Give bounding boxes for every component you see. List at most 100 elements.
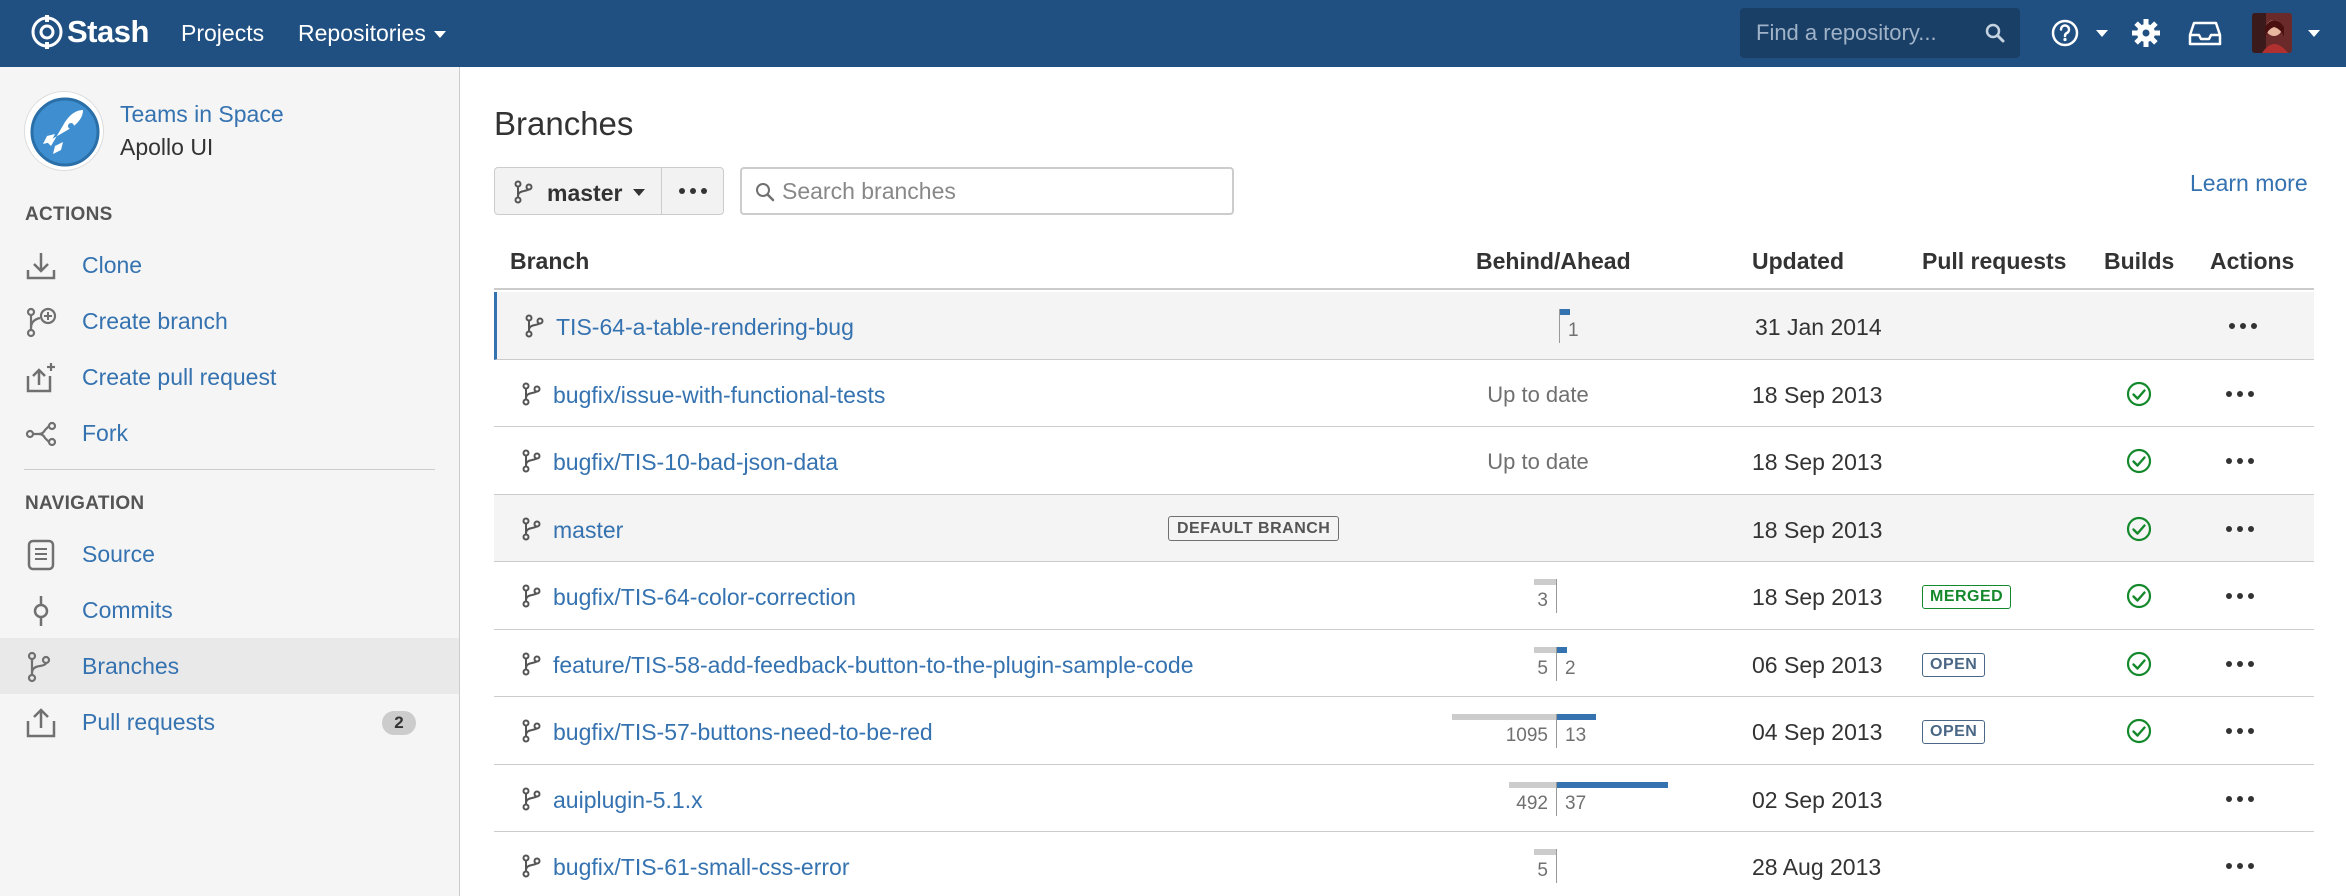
behind-count: 1095 <box>1505 725 1548 746</box>
repository-search <box>1740 8 2020 58</box>
more-icon <box>2226 593 2254 599</box>
table-header: Branch Behind/Ahead Updated Pull request… <box>494 234 2314 290</box>
behind-ahead-divider <box>1556 849 1557 883</box>
branch-search <box>740 167 1234 215</box>
table-row[interactable]: master DEFAULT BRANCH 18 Sep 2013 <box>494 494 2314 562</box>
table-row[interactable]: bugfix/TIS-57-buttons-need-to-be-red 1095… <box>494 697 2314 765</box>
behind-ahead-divider <box>1559 309 1560 343</box>
gear-icon[interactable] <box>2130 16 2162 50</box>
column-header-builds: Builds <box>2104 248 2175 274</box>
learn-more-link[interactable]: Learn more <box>2190 170 2308 197</box>
navigation-heading: NAVIGATION <box>25 493 145 514</box>
build-success-icon[interactable] <box>2126 448 2152 474</box>
sidebar-item-branches[interactable]: Branches <box>0 638 459 694</box>
branch-name-link[interactable]: TIS-64-a-table-rendering-bug <box>556 314 854 341</box>
branch-icon <box>522 449 541 473</box>
table-row[interactable]: bugfix/issue-with-functional-tests Up to … <box>494 360 2314 427</box>
build-success-icon[interactable] <box>2126 718 2152 744</box>
branch-selector-button[interactable]: master <box>494 167 662 215</box>
branch-name-link[interactable]: bugfix/TIS-57-buttons-need-to-be-red <box>553 719 933 746</box>
table-row[interactable]: bugfix/TIS-10-bad-json-data Up to date 18 … <box>494 427 2314 495</box>
row-actions-button[interactable] <box>2213 310 2273 342</box>
row-actions-button[interactable] <box>2210 445 2270 477</box>
pull-request-status-lozenge[interactable]: OPEN <box>1922 652 1986 677</box>
nav-repositories-label: Repositories <box>298 20 426 46</box>
pull-request-status-lozenge[interactable]: MERGED <box>1922 585 2012 609</box>
branch-icon <box>522 652 541 675</box>
behind-bar <box>1509 781 1556 788</box>
branch-name-link[interactable]: auiplugin-5.1.x <box>553 787 703 814</box>
branch-name-link[interactable]: bugfix/issue-with-functional-tests <box>553 382 885 409</box>
row-actions-button[interactable] <box>2210 513 2270 545</box>
row-actions-button[interactable] <box>2210 580 2270 612</box>
sidebar-item-create-branch[interactable]: Create branch <box>0 293 459 349</box>
more-actions-button[interactable] <box>661 167 724 215</box>
chevron-down-icon[interactable] <box>2308 30 2320 37</box>
behind-side: 492 <box>1356 765 1556 832</box>
sidebar-item-fork[interactable]: Fork <box>0 405 459 461</box>
sidebar-item-create-pull-request[interactable]: Create pull request <box>0 349 459 405</box>
search-icon[interactable] <box>1984 22 2006 44</box>
behind-side: 3 <box>1356 562 1556 629</box>
row-actions-button[interactable] <box>2210 378 2270 410</box>
help-icon[interactable] <box>2050 16 2080 50</box>
pull-requests-count-badge: 2 <box>382 711 416 735</box>
stash-logo[interactable]: Stash <box>30 14 149 50</box>
behind-bar <box>1534 646 1556 653</box>
branch-name-link[interactable]: bugfix/TIS-64-color-correction <box>553 584 856 611</box>
sidebar-divider <box>24 469 435 470</box>
pull-request-status-lozenge[interactable]: OPEN <box>1922 720 1986 744</box>
more-icon <box>2226 525 2254 532</box>
behind-bar <box>1451 714 1556 720</box>
branch-search-input[interactable] <box>782 169 1222 213</box>
repository-search-input[interactable] <box>1740 8 1980 58</box>
behind-ahead-divider <box>1556 714 1557 748</box>
build-success-icon[interactable] <box>2126 583 2152 609</box>
row-actions-button[interactable] <box>2210 648 2270 680</box>
branch-icon <box>522 854 541 878</box>
table-row[interactable]: bugfix/TIS-64-color-correction 3 18 Sep 20… <box>494 562 2314 630</box>
nav-repositories[interactable]: Repositories <box>298 20 446 47</box>
more-icon <box>2226 795 2254 802</box>
build-success-icon[interactable] <box>2126 381 2152 407</box>
build-success-icon[interactable] <box>2126 516 2152 542</box>
build-success-icon[interactable] <box>2126 651 2152 677</box>
behind-bar <box>1534 579 1556 585</box>
behind-ahead-status: Up to date <box>1487 381 1589 407</box>
sidebar-item-commits[interactable]: Commits <box>0 582 459 638</box>
table-row[interactable]: TIS-64-a-table-rendering-bug 1 31 Jan 2014 <box>494 292 2314 360</box>
table-row[interactable]: auiplugin-5.1.x 492 37 02 Sep 2013 <box>494 765 2314 832</box>
row-actions-button[interactable] <box>2210 850 2270 882</box>
user-avatar[interactable] <box>2252 13 2292 53</box>
sidebar-item-pull-requests[interactable]: Pull requests 2 <box>0 694 459 750</box>
row-actions-button[interactable] <box>2210 715 2270 747</box>
pull-requests-icon <box>26 708 56 738</box>
sidebar: Teams in Space Apollo UI ACTIONS Clone C… <box>0 67 460 896</box>
sidebar-item-clone[interactable]: Clone <box>0 237 459 293</box>
sidebar-item-label: Clone <box>82 252 143 278</box>
table-row[interactable]: feature/TIS-58-add-feedback-button-to-th… <box>494 630 2314 697</box>
table-row[interactable]: bugfix/TIS-61-small-css-error 5 28 Aug 201… <box>494 832 2314 896</box>
column-header-actions: Actions <box>2210 248 2295 274</box>
behind-ahead-divider <box>1556 646 1557 681</box>
updated-date: 18 Sep 2013 <box>1752 584 1883 610</box>
sidebar-item-label: Source <box>82 541 155 567</box>
chevron-down-icon[interactable] <box>2096 30 2108 37</box>
ahead-bar <box>1560 309 1570 315</box>
updated-date: 06 Sep 2013 <box>1752 651 1883 678</box>
branch-name-link[interactable]: bugfix/TIS-10-bad-json-data <box>553 449 838 476</box>
branch-name-link[interactable]: bugfix/TIS-61-small-css-error <box>553 854 850 881</box>
column-header-updated: Updated <box>1752 248 1844 274</box>
row-actions-button[interactable] <box>2210 783 2270 815</box>
branch-icon <box>522 584 541 608</box>
updated-date: 04 Sep 2013 <box>1752 719 1883 745</box>
nav-projects[interactable]: Projects <box>181 20 264 47</box>
branch-name-link[interactable]: feature/TIS-58-add-feedback-button-to-th… <box>553 652 1194 679</box>
repository-avatar[interactable] <box>24 91 104 171</box>
sidebar-item-source[interactable]: Source <box>0 526 459 582</box>
branch-name-link[interactable]: master <box>553 517 623 544</box>
project-name-link[interactable]: Teams in Space <box>120 101 284 128</box>
inbox-icon[interactable] <box>2188 16 2222 50</box>
column-header-branch[interactable]: Branch <box>510 248 589 275</box>
ahead-side <box>1556 562 1756 629</box>
